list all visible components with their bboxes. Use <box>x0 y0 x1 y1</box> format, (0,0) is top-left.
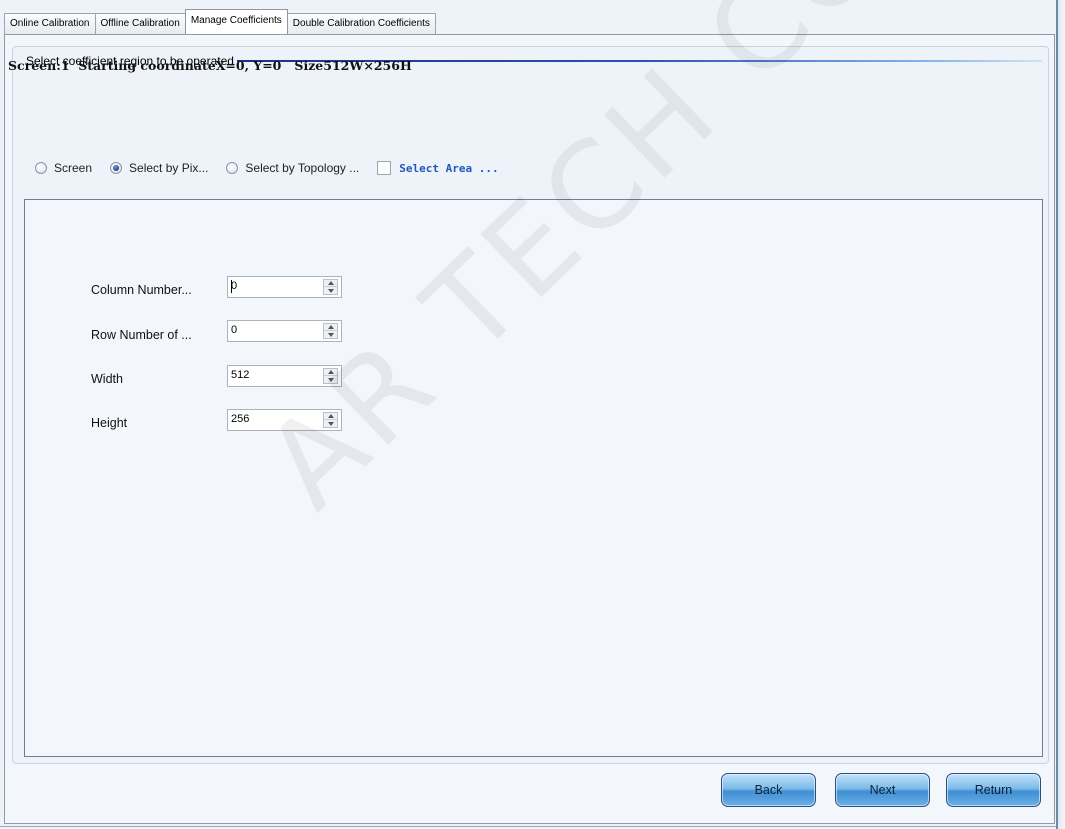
height-label: Height <box>91 416 128 430</box>
app-window: Online Calibration Offline Calibration M… <box>0 0 1065 829</box>
column-number-spin-buttons[interactable] <box>323 279 338 295</box>
height-stepper[interactable]: 256 <box>227 409 342 431</box>
spin-up-button[interactable] <box>324 413 337 420</box>
spin-down-button[interactable] <box>324 420 337 427</box>
chevron-down-icon <box>327 288 334 293</box>
screen-radio-label: Screen <box>54 161 93 175</box>
chevron-up-icon <box>327 281 334 285</box>
tab-double-calibration-coefficients[interactable]: Double Calibration Coefficients <box>286 13 436 34</box>
select-by-pixel-radio[interactable] <box>110 162 123 174</box>
chevron-up-icon <box>327 414 334 418</box>
chevron-up-icon <box>327 325 334 329</box>
option-select-area[interactable]: Select Area ... <box>377 161 499 175</box>
column-number-value[interactable]: 0 <box>231 280 237 292</box>
select-area-checkbox[interactable] <box>377 161 392 175</box>
row-number-label: Row Number of ... <box>91 328 192 342</box>
next-button[interactable]: Next <box>835 773 930 807</box>
height-value[interactable]: 256 <box>231 413 249 425</box>
width-stepper[interactable]: 512 <box>227 365 342 387</box>
select-by-topology-label: Select by Topology ... <box>245 161 360 175</box>
screen-info-text: Screen:1 Starting coordinateX=0, Y=0 Siz… <box>8 58 412 73</box>
spin-down-button[interactable] <box>324 331 337 338</box>
select-area-label: Select Area ... <box>399 161 499 175</box>
width-label: Width <box>91 372 123 386</box>
spin-up-button[interactable] <box>324 369 337 376</box>
spin-up-button[interactable] <box>324 324 337 331</box>
tab-online-calibration[interactable]: Online Calibration <box>4 13 96 34</box>
back-button[interactable]: Back <box>721 773 816 807</box>
tab-manage-coefficients[interactable]: Manage Coefficients <box>184 9 288 34</box>
option-select-by-pixel[interactable]: Select by Pix... <box>110 161 208 175</box>
height-spin-buttons[interactable] <box>323 412 338 428</box>
row-number-value[interactable]: 0 <box>231 324 237 336</box>
spin-down-button[interactable] <box>324 376 337 383</box>
row-number-stepper[interactable]: 0 <box>227 320 342 342</box>
chevron-up-icon <box>327 370 334 374</box>
window-right-edge <box>1056 0 1065 829</box>
width-spin-buttons[interactable] <box>323 368 338 384</box>
column-number-stepper[interactable]: 0 <box>227 276 342 298</box>
tab-offline-calibration[interactable]: Offline Calibration <box>94 13 186 34</box>
select-by-pixel-label: Select by Pix... <box>129 161 209 175</box>
option-select-by-topology[interactable]: Select by Topology ... <box>226 161 359 175</box>
screen-radio[interactable] <box>35 162 47 174</box>
spin-down-button[interactable] <box>324 287 337 294</box>
column-number-label: Column Number... <box>91 283 192 297</box>
select-by-topology-radio[interactable] <box>226 162 239 174</box>
tab-bar: Online Calibration Offline Calibration M… <box>4 9 436 34</box>
row-number-spin-buttons[interactable] <box>323 323 338 339</box>
chevron-down-icon <box>327 332 334 337</box>
option-screen[interactable]: Screen <box>35 161 92 175</box>
width-value[interactable]: 512 <box>231 369 249 381</box>
return-button[interactable]: Return <box>946 773 1041 807</box>
bottom-divider <box>0 826 1056 827</box>
spin-up-button[interactable] <box>324 280 337 287</box>
chevron-down-icon <box>327 421 334 426</box>
selection-mode-options: Screen Select by Pix... Select by Topolo… <box>35 159 517 177</box>
chevron-down-icon <box>327 377 334 382</box>
